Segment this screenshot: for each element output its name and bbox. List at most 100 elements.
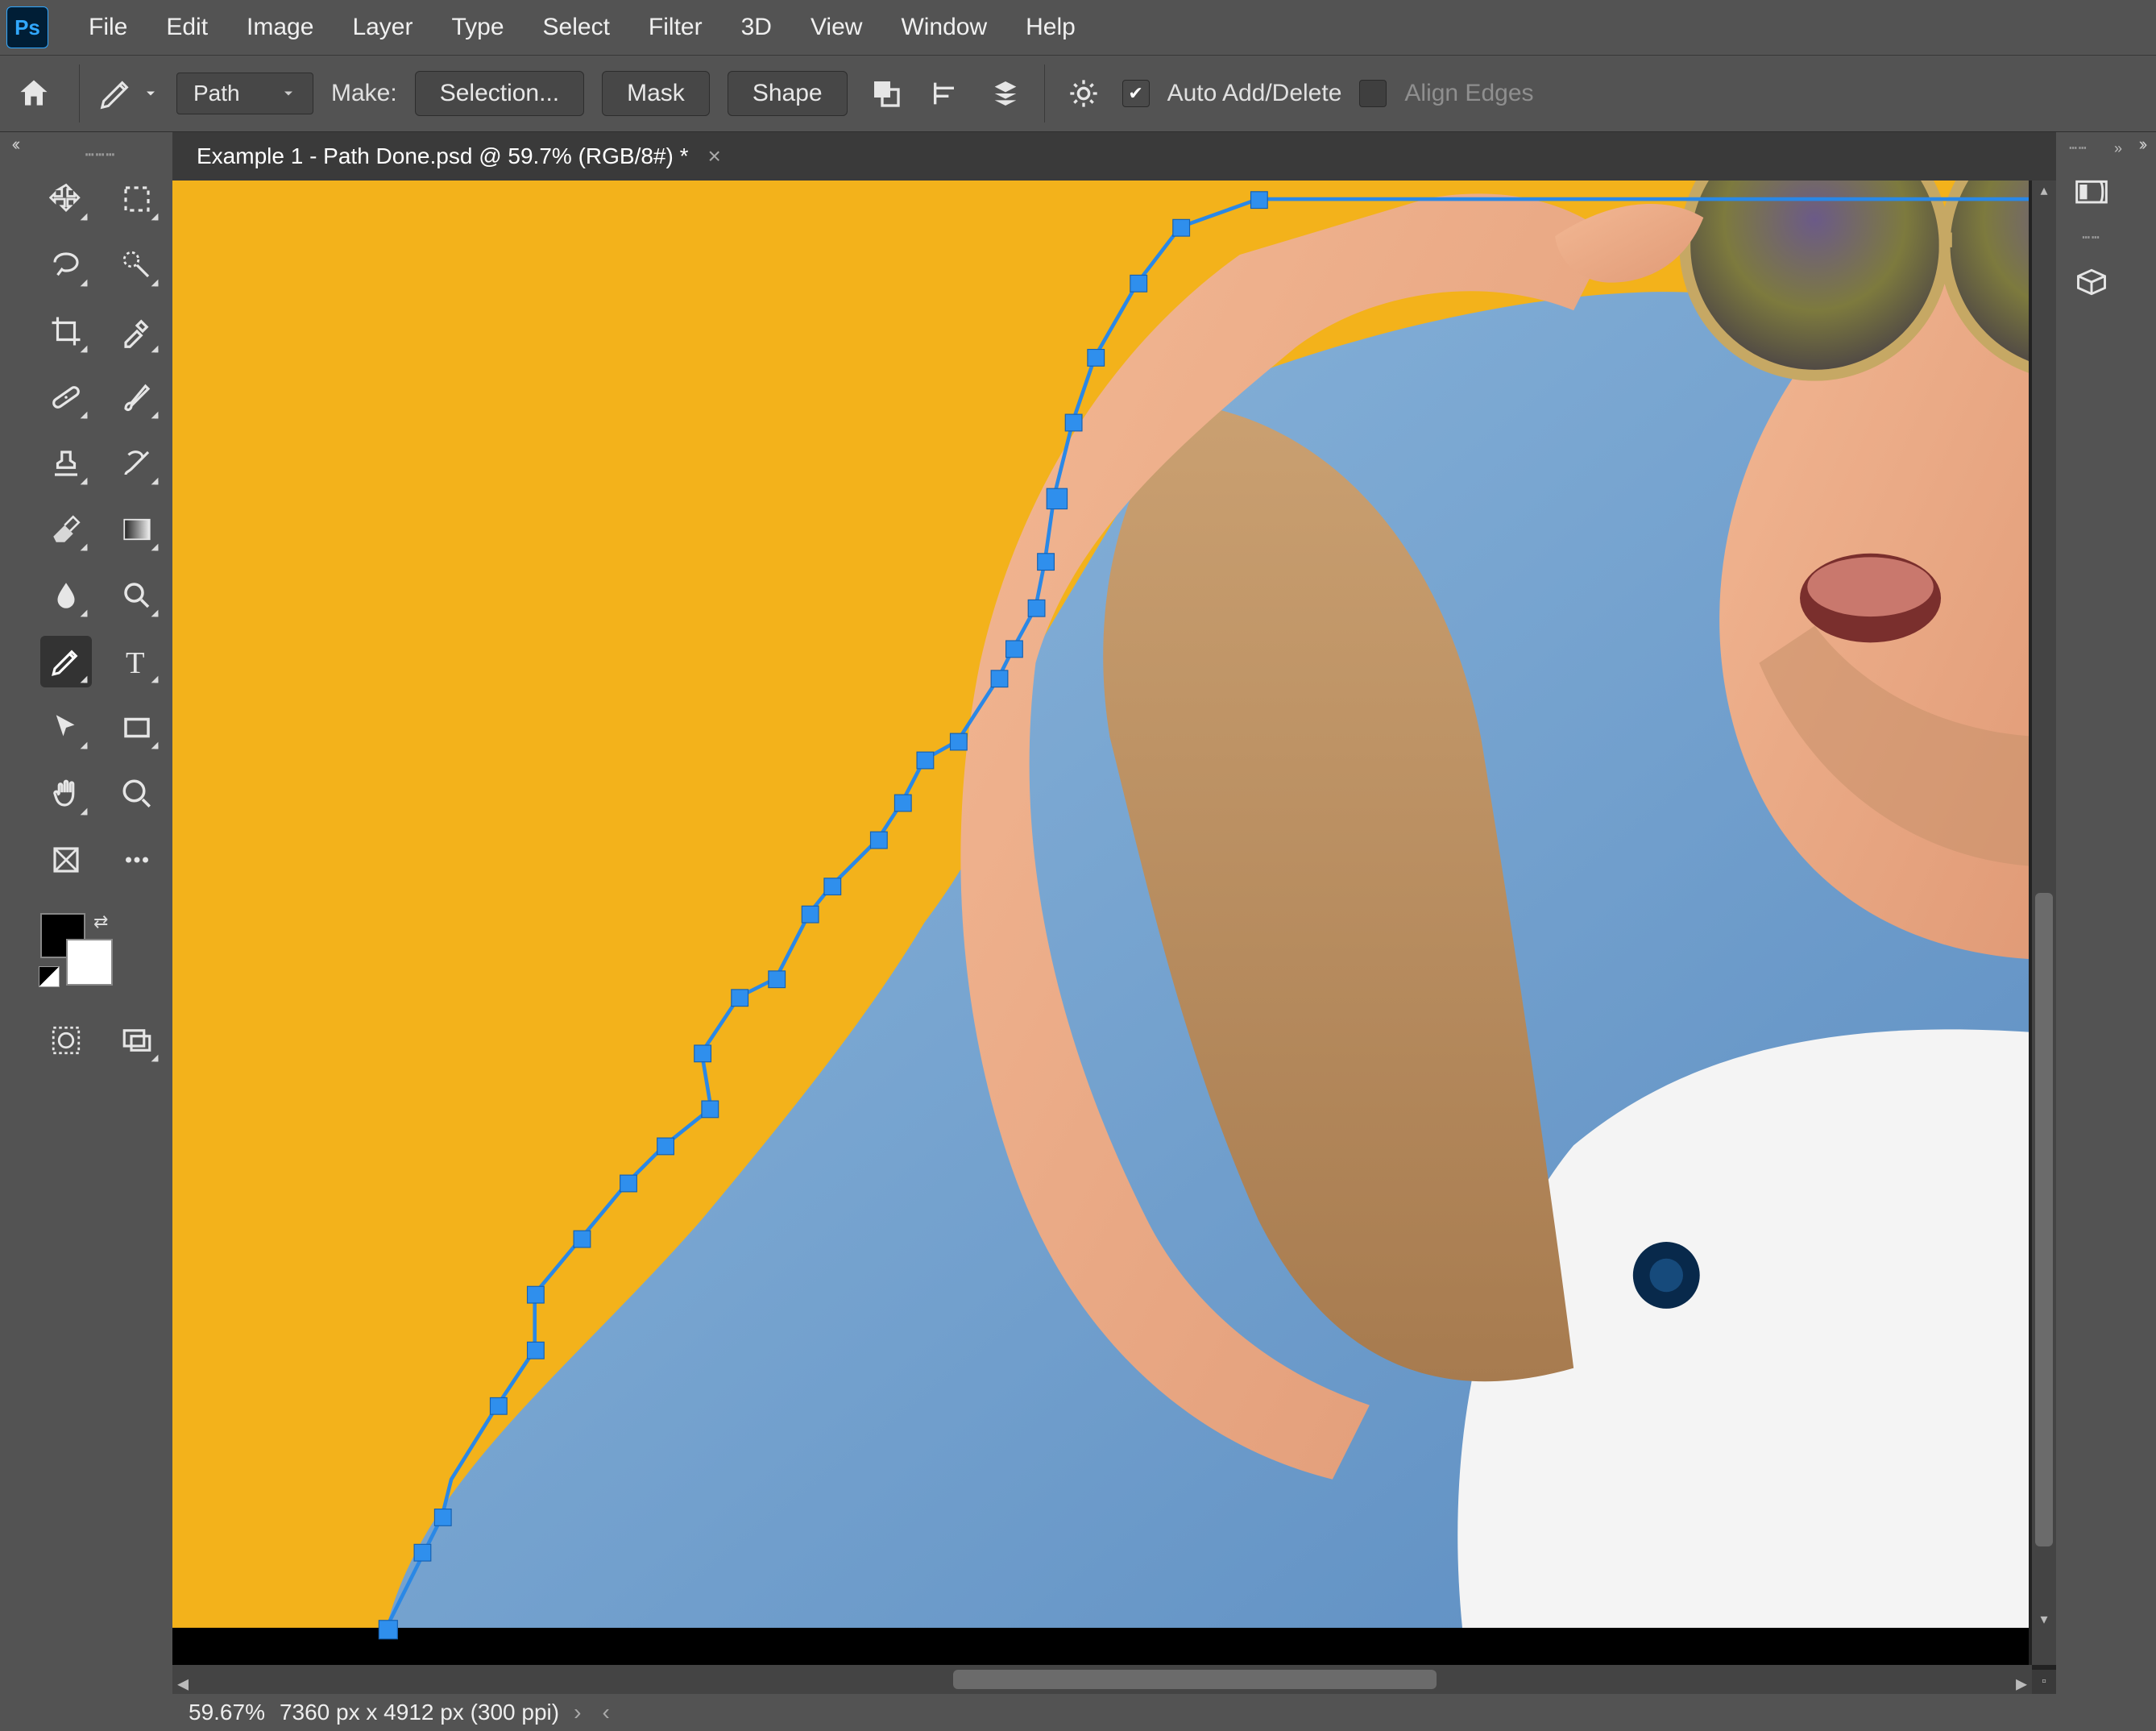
tool-preset-picker[interactable] (97, 75, 159, 112)
menu-3d[interactable]: 3D (722, 7, 791, 48)
menu-select[interactable]: Select (524, 7, 629, 48)
auto-add-delete-checkbox[interactable] (1122, 80, 1150, 107)
panel-grip[interactable]: ┅┅ (2069, 140, 2088, 156)
scroll-up-icon[interactable]: ▴ (2032, 182, 2056, 199)
history-brush-icon (120, 446, 154, 480)
panel-grip[interactable]: ┅┅┅ (37, 147, 164, 164)
document-tab[interactable]: Example 1 - Path Done.psd @ 59.7% (RGB/8… (172, 132, 745, 181)
scrollbar-thumb[interactable] (2035, 893, 2053, 1546)
document-tab-title: Example 1 - Path Done.psd @ 59.7% (RGB/8… (197, 143, 689, 169)
divider (79, 64, 80, 122)
menu-file[interactable]: File (69, 7, 147, 48)
gear-icon (1068, 77, 1100, 110)
horizontal-scrollbar[interactable]: ◂ ▸ (172, 1665, 2032, 1694)
align-edges-checkbox[interactable] (1359, 80, 1387, 107)
auto-add-delete-label: Auto Add/Delete (1167, 80, 1342, 107)
menu-edit[interactable]: Edit (147, 7, 227, 48)
crop-tool[interactable] (40, 305, 92, 357)
document-area: Example 1 - Path Done.psd @ 59.7% (RGB/8… (172, 132, 2056, 1731)
status-left-arrow-icon[interactable]: ‹ (602, 1700, 609, 1725)
edit-toolbar[interactable] (111, 834, 163, 886)
path-select-tool[interactable] (40, 702, 92, 753)
right-dock: ┅┅ » ┅┅ (2056, 132, 2127, 1731)
move-tool[interactable] (40, 173, 92, 225)
panel-grip[interactable]: ┅┅ (2082, 230, 2100, 246)
path-arrangement-button[interactable] (985, 73, 1026, 114)
path-options-gear[interactable] (1063, 73, 1105, 114)
brush-icon (120, 380, 154, 414)
rectangle-tool[interactable] (111, 702, 163, 753)
home-button[interactable] (13, 73, 55, 114)
history-brush-tool[interactable] (111, 438, 163, 489)
app-logo[interactable]: Ps (6, 6, 48, 48)
status-chevron-icon[interactable]: › (574, 1700, 581, 1725)
make-label: Make: (331, 80, 397, 107)
default-colors-icon[interactable] (39, 966, 60, 987)
make-shape-button[interactable]: Shape (728, 71, 848, 116)
pen-tool[interactable] (40, 636, 92, 687)
marquee-tool[interactable] (111, 173, 163, 225)
canvas[interactable] (172, 181, 2029, 1665)
dodge-tool[interactable] (111, 570, 163, 621)
scroll-left-icon[interactable]: ◂ (177, 1670, 189, 1696)
blur-tool[interactable] (40, 570, 92, 621)
brush-tool[interactable] (111, 372, 163, 423)
libraries-panel-button[interactable] (2065, 260, 2118, 304)
menu-filter[interactable]: Filter (629, 7, 722, 48)
background-color[interactable] (66, 939, 113, 986)
lasso-icon (49, 248, 83, 282)
type-tool[interactable]: T (111, 636, 163, 687)
left-collapse-gutter: ‹‹ (0, 132, 29, 1731)
status-dimensions[interactable]: 7360 px x 4912 px (300 ppi) (280, 1700, 559, 1725)
menu-view[interactable]: View (791, 7, 881, 48)
menu-help[interactable]: Help (1006, 7, 1095, 48)
make-selection-button[interactable]: Selection... (415, 71, 584, 116)
status-zoom[interactable]: 59.67% (189, 1700, 265, 1725)
frame-tool[interactable] (40, 834, 92, 886)
path-alignment-button[interactable] (925, 73, 967, 114)
properties-panel-button[interactable] (2065, 172, 2118, 215)
spot-heal-tool[interactable] (40, 372, 92, 423)
collapse-left-icon[interactable]: ‹‹ (12, 134, 18, 155)
clone-stamp-tool[interactable] (40, 438, 92, 489)
home-icon (16, 76, 52, 111)
chevron-down-icon (143, 85, 159, 102)
canvas-viewport: ▴ ▾ ▫ ◂ ▸ 59.67% 7360 px x 4912 px (300 … (172, 181, 2056, 1731)
swap-colors-icon[interactable]: ⇄ (93, 911, 108, 932)
lasso-tool[interactable] (40, 239, 92, 291)
vertical-scrollbar[interactable]: ▴ ▾ (2032, 181, 2056, 1665)
gradient-icon (120, 513, 154, 546)
scroll-corner[interactable]: ▫ (2032, 1670, 2056, 1694)
menu-type[interactable]: Type (432, 7, 523, 48)
expand-panels-icon[interactable]: » (2114, 140, 2122, 157)
hand-icon (49, 777, 83, 811)
quick-mask-tool[interactable] (40, 1015, 92, 1066)
document-image (172, 181, 2029, 1665)
screen-mode-tool[interactable] (111, 1015, 163, 1066)
menu-bar: Ps File Edit Image Layer Type Select Fil… (0, 0, 2156, 55)
more-icon (120, 843, 154, 877)
make-mask-button[interactable]: Mask (602, 71, 710, 116)
align-icon (930, 77, 962, 110)
gradient-tool[interactable] (111, 504, 163, 555)
path-operations-button[interactable] (865, 73, 907, 114)
collapse-right-icon[interactable]: ›› (2139, 134, 2145, 155)
quick-select-tool[interactable] (111, 239, 163, 291)
right-collapse-gutter: ›› (2127, 132, 2156, 1731)
scroll-right-icon[interactable]: ▸ (2016, 1670, 2027, 1696)
tool-mode-dropdown[interactable]: Path (176, 73, 313, 114)
menu-layer[interactable]: Layer (333, 7, 432, 48)
frame-icon (49, 843, 83, 877)
eraser-icon (49, 513, 83, 546)
eyedropper-icon (120, 314, 154, 348)
eraser-tool[interactable] (40, 504, 92, 555)
scrollbar-thumb[interactable] (953, 1670, 1437, 1689)
menu-window[interactable]: Window (881, 7, 1006, 48)
scroll-down-icon[interactable]: ▾ (2032, 1611, 2056, 1628)
close-tab-button[interactable]: × (708, 143, 721, 169)
hand-tool[interactable] (40, 768, 92, 820)
zoom-tool[interactable] (111, 768, 163, 820)
menu-image[interactable]: Image (227, 7, 333, 48)
eyedropper-tool[interactable] (111, 305, 163, 357)
pen-icon (97, 75, 135, 112)
